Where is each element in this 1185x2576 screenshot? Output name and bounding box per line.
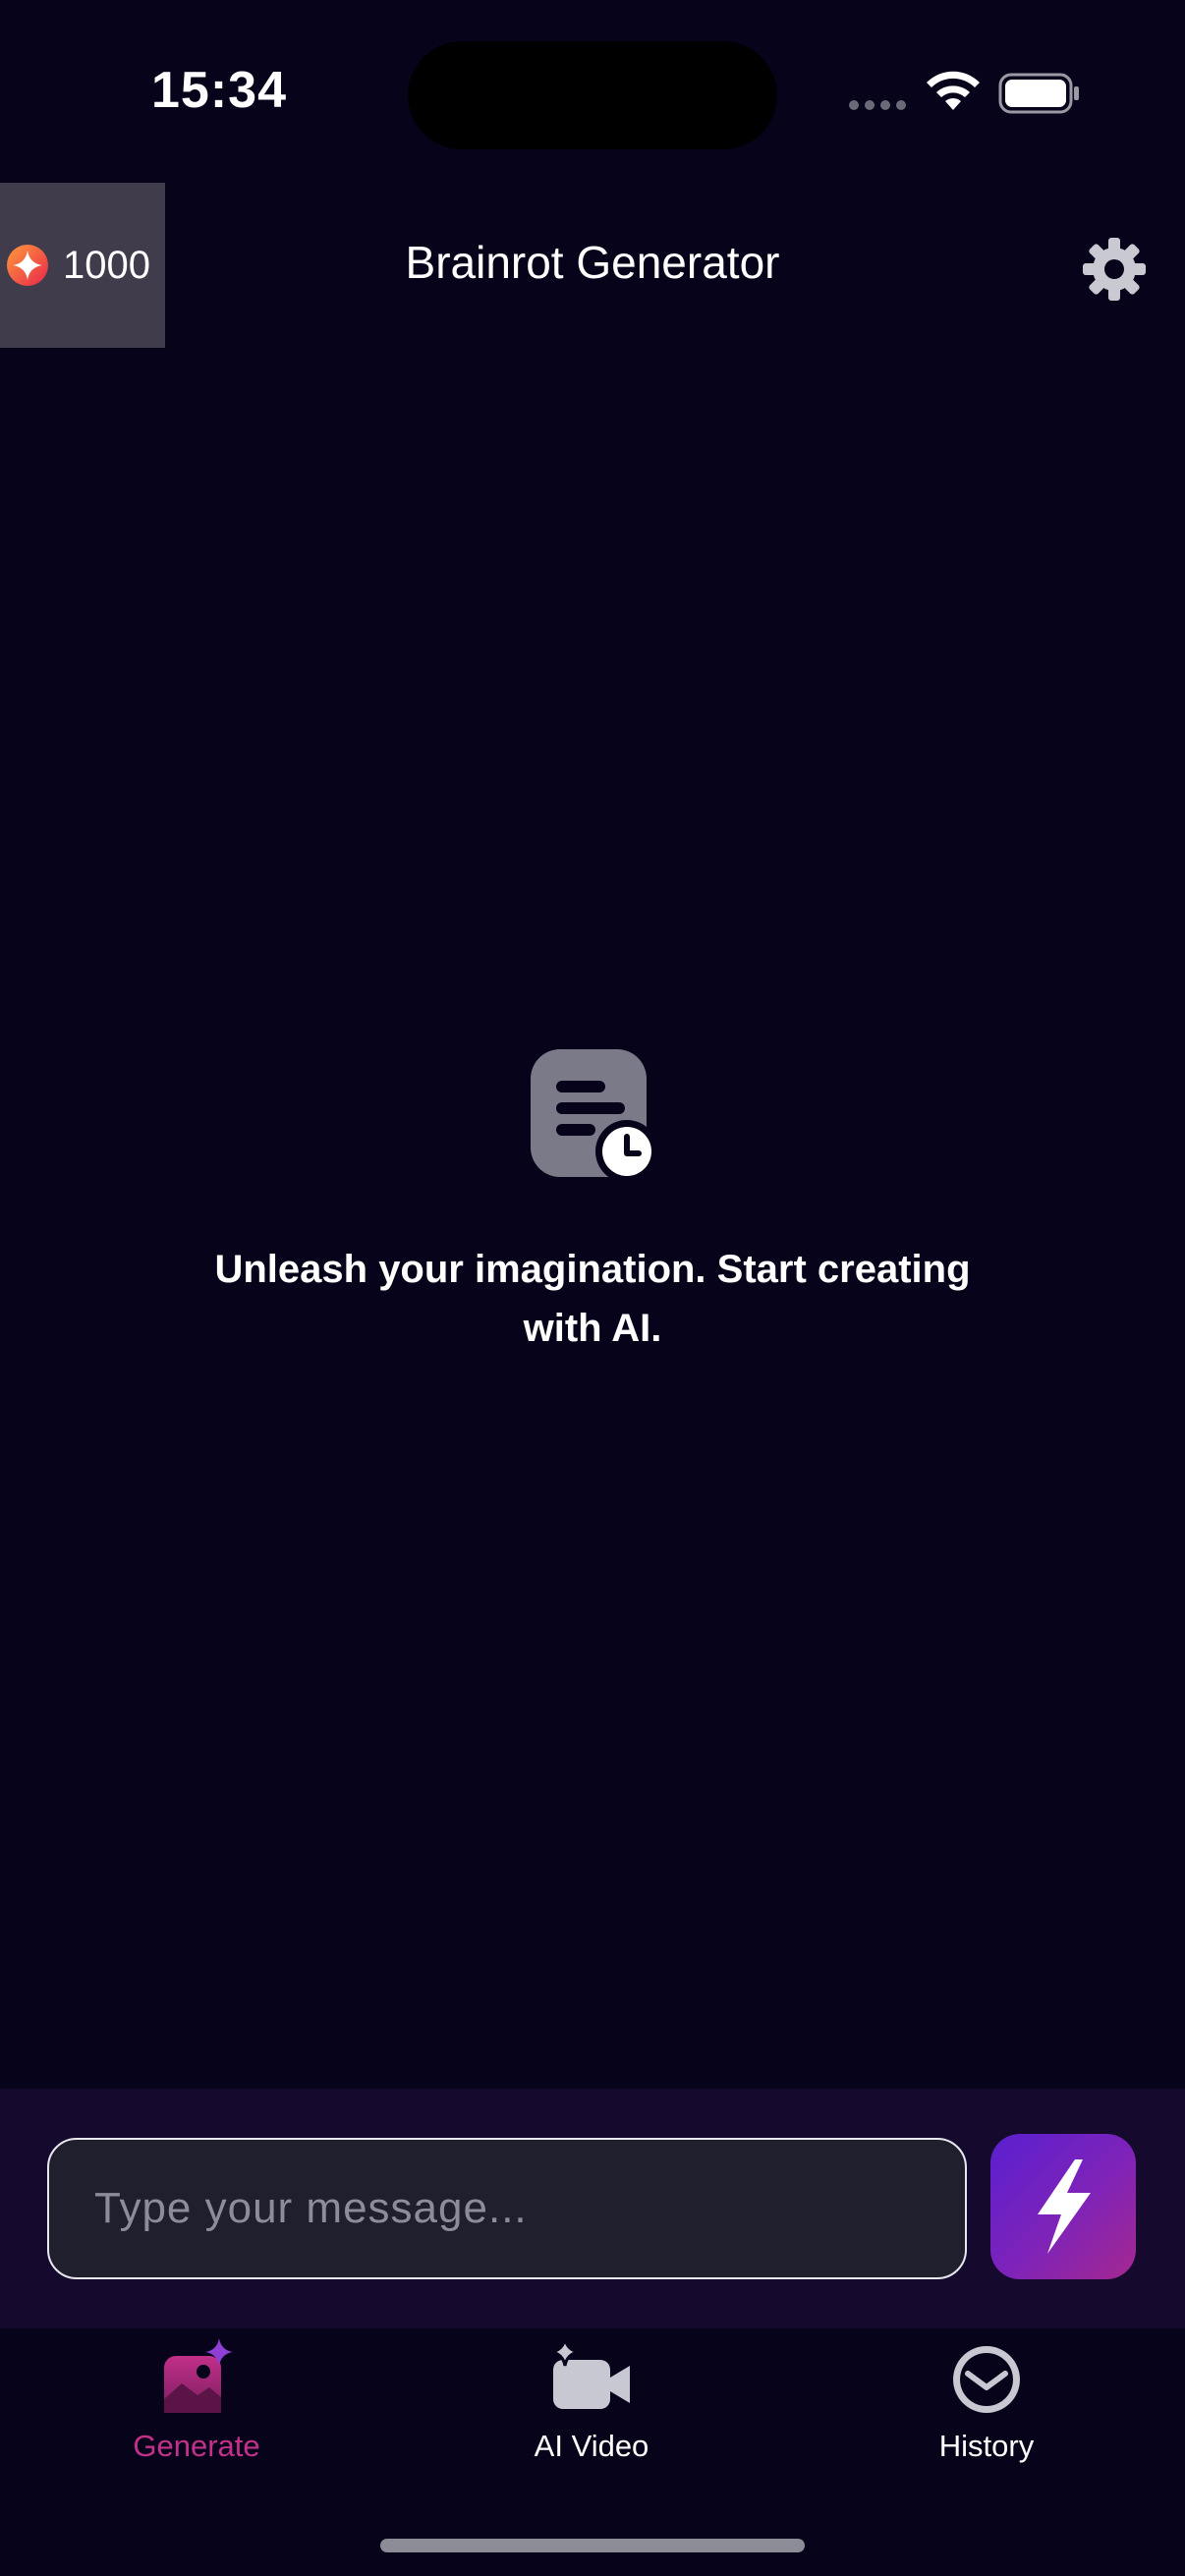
tab-label-generate: Generate: [133, 2429, 260, 2463]
battery-icon: [998, 73, 1079, 114]
generate-icon: [164, 2338, 233, 2413]
status-time: 15:34: [151, 62, 287, 119]
tab-ai-video[interactable]: AI Video: [474, 2334, 709, 2482]
tab-generate[interactable]: Generate: [79, 2334, 314, 2482]
dynamic-island: [408, 41, 777, 149]
tab-label-history: History: [938, 2429, 1035, 2463]
message-input[interactable]: [47, 2138, 967, 2279]
page-title: Brainrot Generator: [405, 237, 780, 288]
send-button[interactable]: [990, 2134, 1136, 2279]
chat-history-icon: [531, 1049, 658, 1183]
gear-icon[interactable]: [1079, 234, 1150, 305]
empty-state-message: Unleash your imagination. Start creating…: [214, 1248, 971, 1350]
wifi-icon: [927, 71, 980, 110]
history-icon: [953, 2346, 1020, 2413]
lightning-icon: [1038, 2159, 1091, 2254]
cellular-signal-icon: [849, 100, 906, 110]
tab-history[interactable]: History: [869, 2334, 1104, 2482]
video-icon: [550, 2337, 630, 2409]
home-indicator[interactable]: [380, 2539, 805, 2552]
tab-label-ai-video: AI Video: [534, 2429, 649, 2463]
